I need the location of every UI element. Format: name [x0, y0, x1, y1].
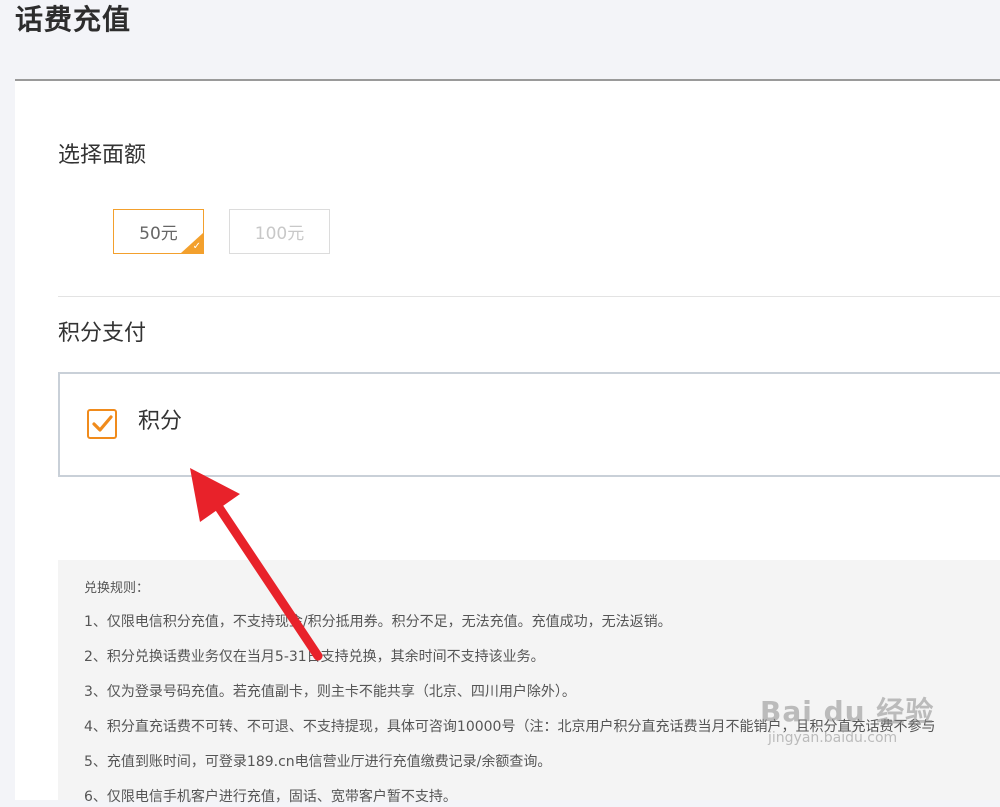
page-title: 话费充值: [15, 3, 132, 36]
amount-option-50[interactable]: 50元 ✓: [113, 209, 204, 254]
watermark-url: jingyan.baidu.com: [768, 730, 898, 746]
points-checkbox-label: 积分: [138, 409, 183, 434]
points-checkbox[interactable]: [87, 409, 117, 439]
checkmark-icon: [92, 415, 113, 432]
rule-item: 5、充值到账时间，可登录189.cn电信营业厅进行充值缴费记录/余额查询。: [84, 754, 552, 770]
rule-item: 2、积分兑换话费业务仅在当月5-31日支持兑换，其余时间不支持该业务。: [84, 649, 545, 665]
points-payment-option[interactable]: 积分: [58, 372, 1000, 477]
rules-title: 兑换规则：: [84, 581, 150, 596]
rule-item: 1、仅限电信积分充值，不支持现金/积分抵用券。积分不足，无法充值。充值成功，无法…: [84, 614, 672, 630]
payment-section-heading: 积分支付: [58, 321, 147, 346]
rule-item: 6、仅限电信手机客户进行充值，固话、宽带客户暂不支持。: [84, 789, 457, 805]
baidu-watermark: Bai du 经验: [760, 695, 935, 728]
rule-item: 3、仅为登录号码充值。若充值副卡，则主卡不能共享（北京、四川用户除外）。: [84, 684, 576, 700]
amount-section-heading: 选择面额: [58, 143, 147, 168]
checkmark-icon: ✓: [192, 241, 201, 252]
section-divider: [58, 296, 1000, 297]
amount-option-100[interactable]: 100元: [229, 209, 330, 254]
amount-option-label: 100元: [254, 224, 305, 244]
amount-option-label: 50元: [139, 224, 178, 244]
exchange-rules-panel: 兑换规则： 1、仅限电信积分充值，不支持现金/积分抵用券。积分不足，无法充值。充…: [58, 560, 1000, 805]
